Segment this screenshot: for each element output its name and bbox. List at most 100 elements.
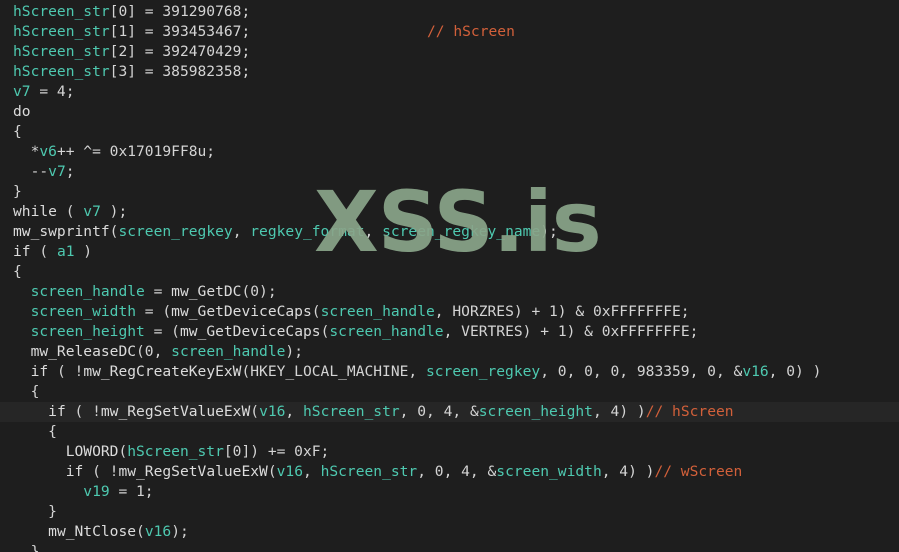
code-variable: screen_handle — [30, 283, 145, 300]
code-identifier: if — [30, 363, 49, 380]
code-token: , 0, 4, & — [417, 463, 497, 480]
code-line[interactable]: if ( !mw_RegSetValueExW(v16, hScreen_str… — [0, 402, 899, 422]
code-token: [3] = 385982358; — [109, 63, 251, 80]
code-line[interactable]: screen_handle = mw_GetDC(0); — [0, 282, 899, 302]
code-token: ); — [540, 223, 558, 240]
code-variable: screen_handle — [171, 343, 286, 360]
code-line[interactable]: { — [0, 122, 899, 142]
code-token: (0); — [241, 283, 277, 300]
code-token: (0, — [136, 343, 172, 360]
code-token: , 0) ) — [768, 363, 822, 380]
code-text: } — [0, 183, 22, 200]
code-variable: regkey_format — [250, 223, 365, 240]
code-token: , 4) ) — [601, 463, 655, 480]
code-token: [1] = 393453467; — [109, 23, 251, 40]
code-line[interactable]: hScreen_str[3] = 385982358; — [0, 62, 899, 82]
code-token: ++ ^= 0x17019FF8u; — [56, 143, 216, 160]
code-text: *v6++ ^= 0x17019FF8u; — [0, 143, 216, 160]
code-line[interactable]: hScreen_str[1] = 393453467; // hScreen — [0, 22, 899, 42]
code-identifier: mw_RegSetValueExW — [118, 463, 268, 480]
code-token: , — [232, 223, 251, 240]
code-line[interactable]: hScreen_str[0] = 391290768; — [0, 2, 899, 22]
code-line[interactable]: } — [0, 542, 899, 552]
code-text: if ( !mw_RegCreateKeyExW(HKEY_LOCAL_MACH… — [0, 363, 822, 380]
code-line[interactable]: { — [0, 422, 899, 442]
code-variable: v7 — [83, 203, 101, 220]
code-line[interactable]: LOWORD(hScreen_str[0]) += 0xF; — [0, 442, 899, 462]
code-token: ( — [267, 463, 277, 480]
code-token: [0]) += 0xF; — [223, 443, 330, 460]
code-identifier: if — [48, 403, 66, 420]
code-text: { — [0, 123, 22, 140]
code-line[interactable]: { — [0, 262, 899, 282]
code-comment: // hScreen — [645, 403, 734, 420]
code-text: v19 = 1; — [0, 483, 153, 500]
code-variable: v6 — [39, 143, 57, 160]
code-text: screen_height = (mw_GetDeviceCaps(screen… — [0, 323, 699, 340]
code-line[interactable]: do — [0, 102, 899, 122]
code-variable: screen_regkey — [425, 363, 541, 380]
code-line[interactable]: if ( !mw_RegCreateKeyExW(HKEY_LOCAL_MACH… — [0, 362, 899, 382]
code-comment: // hScreen — [427, 23, 515, 40]
code-variable: screen_height — [478, 403, 593, 420]
code-line[interactable]: while ( v7 ); — [0, 202, 899, 222]
code-line[interactable]: screen_width = (mw_GetDeviceCaps(screen_… — [0, 302, 899, 322]
code-token: , 0, 0, 0, 983359, 0, & — [540, 363, 743, 380]
code-line[interactable]: mw_swprintf(screen_regkey, regkey_format… — [0, 222, 899, 242]
code-text: do — [0, 103, 31, 120]
code-token: { — [13, 383, 40, 400]
code-variable: screen_height — [30, 323, 145, 340]
code-variable: hScreen_str — [13, 23, 110, 40]
code-token: { — [13, 123, 22, 140]
code-text: v7 = 4; — [0, 83, 75, 100]
code-token: ); — [171, 523, 189, 540]
code-token: (HKEY_LOCAL_MACHINE, — [241, 363, 426, 380]
code-text: { — [0, 263, 22, 280]
code-identifier: if — [13, 243, 31, 260]
code-variable: hScreen_str — [13, 63, 110, 80]
code-editor[interactable]: hScreen_str[0] = 391290768; hScreen_str[1… — [0, 0, 899, 552]
code-line[interactable]: v19 = 1; — [0, 482, 899, 502]
code-text: while ( v7 ); — [0, 203, 127, 220]
code-identifier: mw_NtClose — [48, 523, 137, 540]
code-token: -- — [13, 163, 49, 180]
code-line[interactable]: mw_ReleaseDC(0, screen_handle); — [0, 342, 899, 362]
code-token: , VERTRES) + 1) & 0xFFFFFFFE; — [443, 323, 699, 340]
code-line[interactable]: mw_NtClose(v16); — [0, 522, 899, 542]
code-variable: v16 — [276, 463, 303, 480]
code-line[interactable]: } — [0, 502, 899, 522]
code-token: ( — [136, 523, 145, 540]
code-token: ( ! — [65, 403, 101, 420]
code-text: hScreen_str[2] = 392470429; — [0, 43, 250, 60]
code-text: } — [0, 543, 40, 552]
code-token: ) — [74, 243, 93, 260]
code-line[interactable]: *v6++ ^= 0x17019FF8u; — [0, 142, 899, 162]
code-line[interactable]: { — [0, 382, 899, 402]
code-text: mw_NtClose(v16); — [0, 523, 189, 540]
code-token: = — [144, 283, 172, 300]
code-line[interactable]: screen_height = (mw_GetDeviceCaps(screen… — [0, 322, 899, 342]
code-token: = ( — [136, 303, 172, 320]
code-variable: v16 — [742, 363, 769, 380]
code-text: LOWORD(hScreen_str[0]) += 0xF; — [0, 443, 330, 460]
code-token: ( — [56, 203, 84, 220]
code-variable: screen_handle — [329, 323, 444, 340]
code-token: = ( — [144, 323, 180, 340]
code-line[interactable]: --v7; — [0, 162, 899, 182]
code-token: ( — [30, 243, 57, 260]
code-variable: hScreen_str — [127, 443, 224, 460]
code-token: } — [13, 543, 40, 552]
code-variable: hScreen_str — [13, 43, 110, 60]
code-identifier: mw_RegSetValueExW — [100, 403, 251, 420]
code-variable: v19 — [83, 483, 110, 500]
code-line[interactable]: v7 = 4; — [0, 82, 899, 102]
code-identifier: mw_GetDeviceCaps — [179, 323, 321, 340]
code-variable: v7 — [13, 83, 31, 100]
code-token: * — [13, 143, 40, 160]
code-line[interactable]: } — [0, 182, 899, 202]
code-line[interactable]: if ( a1 ) — [0, 242, 899, 262]
code-line[interactable]: hScreen_str[2] = 392470429; — [0, 42, 899, 62]
code-line[interactable]: if ( !mw_RegSetValueExW(v16, hScreen_str… — [0, 462, 899, 482]
